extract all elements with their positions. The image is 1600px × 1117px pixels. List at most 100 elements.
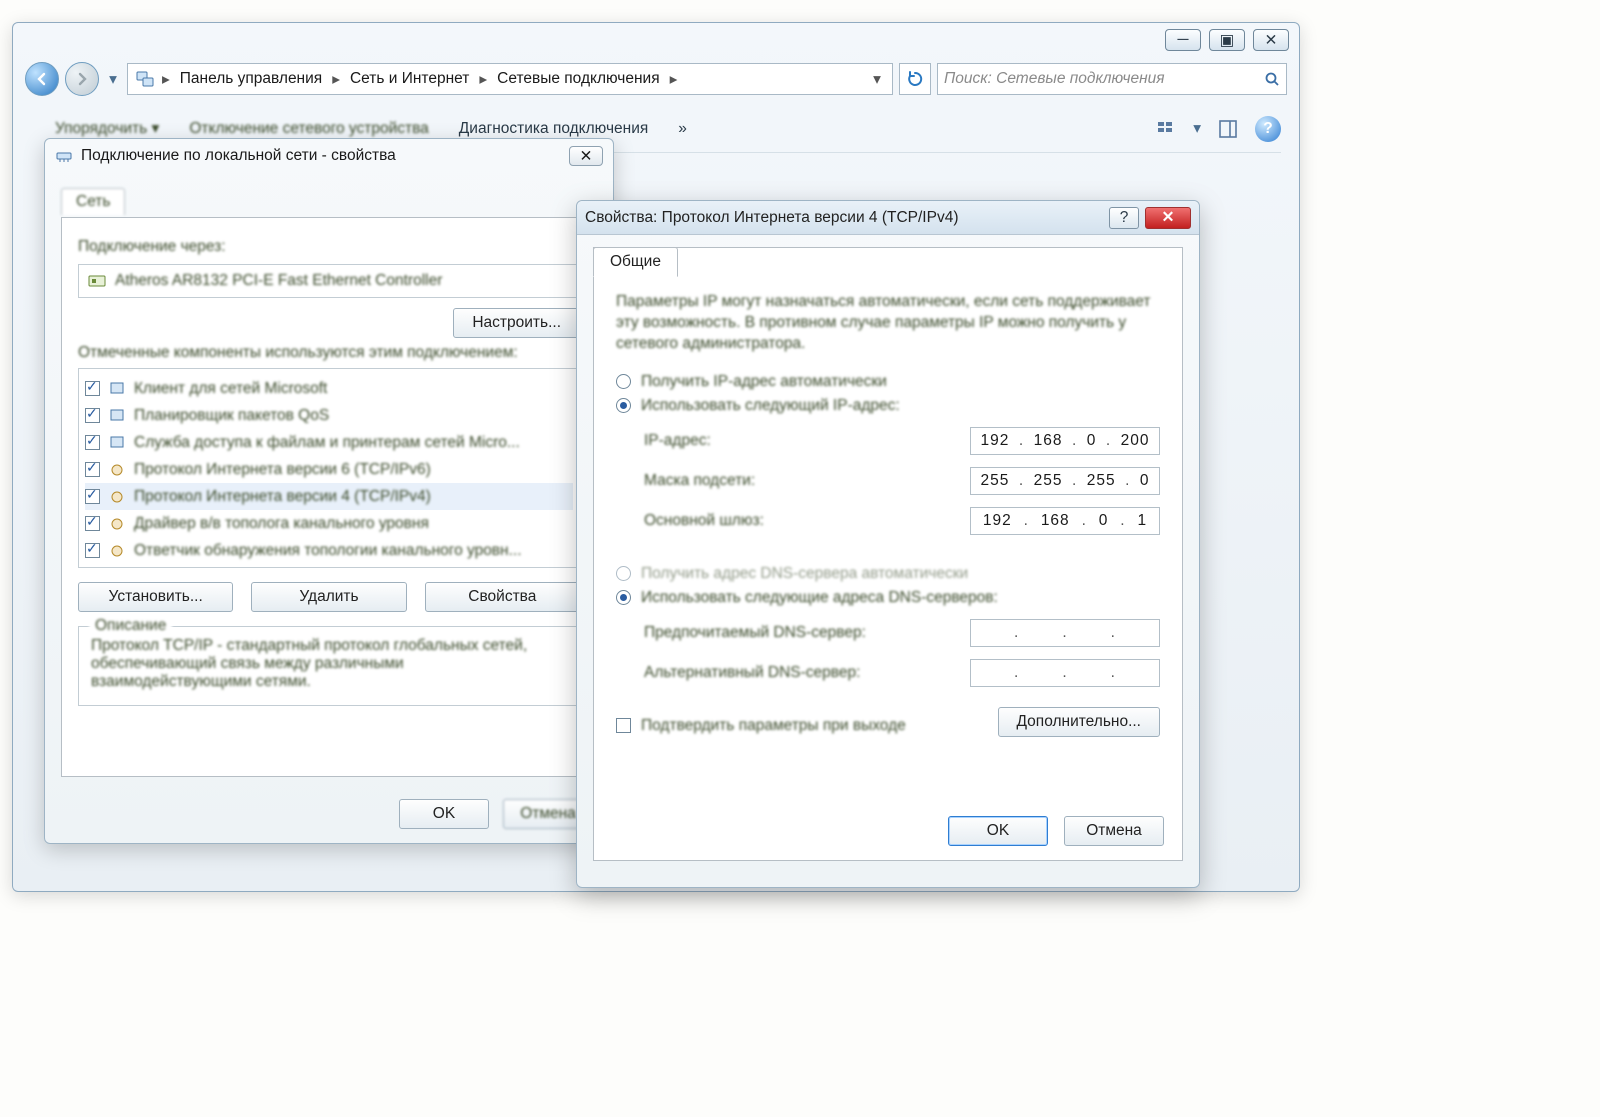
radio-icon xyxy=(616,374,631,389)
chevron-right-icon: ▸ xyxy=(477,70,489,89)
preferred-dns-input[interactable]: ... xyxy=(970,619,1160,647)
cancel-button[interactable]: Отмена xyxy=(1064,816,1164,846)
label-dns1: Предпочитаемый DNS-сервер: xyxy=(644,624,970,642)
service-icon xyxy=(108,434,126,452)
protocol-icon xyxy=(108,515,126,533)
diagnose-button[interactable]: Диагностика подключения xyxy=(459,120,648,138)
components-label: Отмеченные компоненты используются этим … xyxy=(78,344,580,362)
adapter-name: Atheros AR8132 PCI-E Fast Ethernet Contr… xyxy=(115,272,442,290)
chevron-right-icon: ▸ xyxy=(160,70,172,89)
configure-button[interactable]: Настроить... xyxy=(453,308,580,338)
checkbox[interactable] xyxy=(85,408,100,423)
list-item: Протокол Интернета версии 6 (TCP/IPv6) xyxy=(85,456,573,483)
info-text: Параметры IP могут назначаться автоматич… xyxy=(616,292,1160,355)
overflow-chevron-icon[interactable]: » xyxy=(678,120,687,138)
checkbox[interactable] xyxy=(85,516,100,531)
components-list[interactable]: Клиент для сетей Microsoft Планировщик п… xyxy=(78,368,580,568)
chevron-down-icon[interactable]: ▾ xyxy=(1193,119,1201,138)
checkbox[interactable] xyxy=(85,489,100,504)
tab-general[interactable]: Общие xyxy=(593,247,678,277)
minimize-button[interactable]: ─ xyxy=(1165,29,1201,51)
explorer-close-button[interactable]: ✕ xyxy=(1253,29,1289,51)
connection-properties-dialog: Подключение по локальной сети - свойства… xyxy=(44,138,614,844)
refresh-button[interactable] xyxy=(899,63,931,95)
search-placeholder: Поиск: Сетевые подключения xyxy=(944,70,1165,88)
preview-pane-button[interactable] xyxy=(1215,116,1241,142)
ok-button[interactable]: OK xyxy=(948,816,1048,846)
address-dropdown[interactable]: ▾ xyxy=(866,70,888,89)
tab-network[interactable]: Сеть xyxy=(61,188,125,215)
label-ip: IP-адрес: xyxy=(644,432,970,450)
install-button[interactable]: Установить... xyxy=(78,582,233,612)
ok-button[interactable]: OK xyxy=(399,799,489,829)
service-icon xyxy=(108,407,126,425)
list-item: Ответчик обнаружения топологии канальног… xyxy=(85,537,573,564)
checkbox[interactable] xyxy=(85,543,100,558)
radio-manual-dns[interactable]: Использовать следующие адреса DNS-сервер… xyxy=(616,589,1160,607)
dialog-titlebar: Подключение по локальной сети - свойства… xyxy=(45,139,613,173)
chevron-right-icon: ▸ xyxy=(668,70,680,89)
confirm-on-exit-checkbox[interactable] xyxy=(616,718,631,733)
help-icon[interactable]: ? xyxy=(1255,116,1281,142)
checkbox[interactable] xyxy=(85,462,100,477)
search-box[interactable]: Поиск: Сетевые подключения xyxy=(937,63,1287,95)
list-item: Протокол Интернета версии 4 (TCP/IPv4) xyxy=(85,483,573,510)
list-item: Планировщик пакетов QoS xyxy=(85,402,573,429)
description-group: Описание Протокол TCP/IP - стандартный п… xyxy=(78,626,580,706)
radio-icon xyxy=(616,566,631,581)
checkbox[interactable] xyxy=(85,435,100,450)
alternate-dns-input[interactable]: ... xyxy=(970,659,1160,687)
network-adapter-icon xyxy=(55,147,73,165)
radio-auto-ip[interactable]: Получить IP-адрес автоматически xyxy=(616,373,1160,391)
advanced-button[interactable]: Дополнительно... xyxy=(998,707,1160,737)
remove-button[interactable]: Удалить xyxy=(251,582,406,612)
nav-history-dropdown[interactable]: ▾ xyxy=(105,62,121,96)
radio-manual-ip[interactable]: Использовать следующий IP-адрес: xyxy=(616,397,1160,415)
protocol-icon xyxy=(108,461,126,479)
close-button[interactable]: ✕ xyxy=(1145,207,1191,229)
list-item: Драйвер в/в тополога канального уровня xyxy=(85,510,573,537)
list-item: Клиент для сетей Microsoft xyxy=(85,375,573,402)
protocol-icon xyxy=(108,488,126,506)
checkbox[interactable] xyxy=(85,381,100,396)
network-icon xyxy=(132,66,158,92)
radio-icon xyxy=(616,398,631,413)
view-options-button[interactable] xyxy=(1153,116,1179,142)
label-gateway: Основной шлюз: xyxy=(644,512,970,530)
dialog-title: Свойства: Протокол Интернета версии 4 (T… xyxy=(585,209,1109,227)
confirm-on-exit-label: Подтвердить параметры при выходе xyxy=(641,717,906,735)
adapter-field: Atheros AR8132 PCI-E Fast Ethernet Contr… xyxy=(78,264,580,298)
tab-body: Подключение через: Atheros AR8132 PCI-E … xyxy=(61,217,597,777)
label-dns2: Альтернативный DNS-сервер: xyxy=(644,664,970,682)
close-button[interactable]: ✕ xyxy=(569,146,603,166)
search-icon xyxy=(1264,71,1280,87)
breadcrumb-item[interactable]: Сеть и Интернет xyxy=(342,64,477,94)
ip-address-input[interactable]: 192.168.0.200 xyxy=(970,427,1160,455)
dialog-body: Общие Параметры IP могут назначаться авт… xyxy=(593,247,1183,861)
subnet-mask-input[interactable]: 255.255.255.0 xyxy=(970,467,1160,495)
protocol-icon xyxy=(108,542,126,560)
connect-via-label: Подключение через: xyxy=(78,238,580,256)
description-text: Протокол TCP/IP - стандартный протокол г… xyxy=(91,637,567,691)
radio-icon xyxy=(616,590,631,605)
maximize-button[interactable]: ▣ xyxy=(1209,29,1245,51)
organize-menu[interactable]: Упорядочить ▾ xyxy=(55,119,159,138)
breadcrumb-item[interactable]: Панель управления xyxy=(172,64,330,94)
chevron-right-icon: ▸ xyxy=(330,70,342,89)
dialog-titlebar: Свойства: Протокол Интернета версии 4 (T… xyxy=(577,201,1199,235)
properties-button[interactable]: Свойства xyxy=(425,582,580,612)
breadcrumb-item[interactable]: Сетевые подключения xyxy=(489,64,667,94)
client-icon xyxy=(108,380,126,398)
adapter-icon xyxy=(87,271,107,291)
radio-auto-dns: Получить адрес DNS-сервера автоматически xyxy=(616,565,1160,583)
gateway-input[interactable]: 192.168.0.1 xyxy=(970,507,1160,535)
dialog-title: Подключение по локальной сети - свойства xyxy=(81,147,396,165)
label-mask: Маска подсети: xyxy=(644,472,970,490)
nav-back-button[interactable] xyxy=(25,62,59,96)
breadcrumb-bar[interactable]: ▸ Панель управления ▸ Сеть и Интернет ▸ … xyxy=(127,63,893,95)
disable-device-button[interactable]: Отключение сетевого устройства xyxy=(189,120,428,138)
ipv4-properties-dialog: Свойства: Протокол Интернета версии 4 (T… xyxy=(576,200,1200,888)
nav-forward-button[interactable] xyxy=(65,62,99,96)
help-button[interactable]: ? xyxy=(1109,207,1139,229)
description-legend: Описание xyxy=(89,617,172,635)
